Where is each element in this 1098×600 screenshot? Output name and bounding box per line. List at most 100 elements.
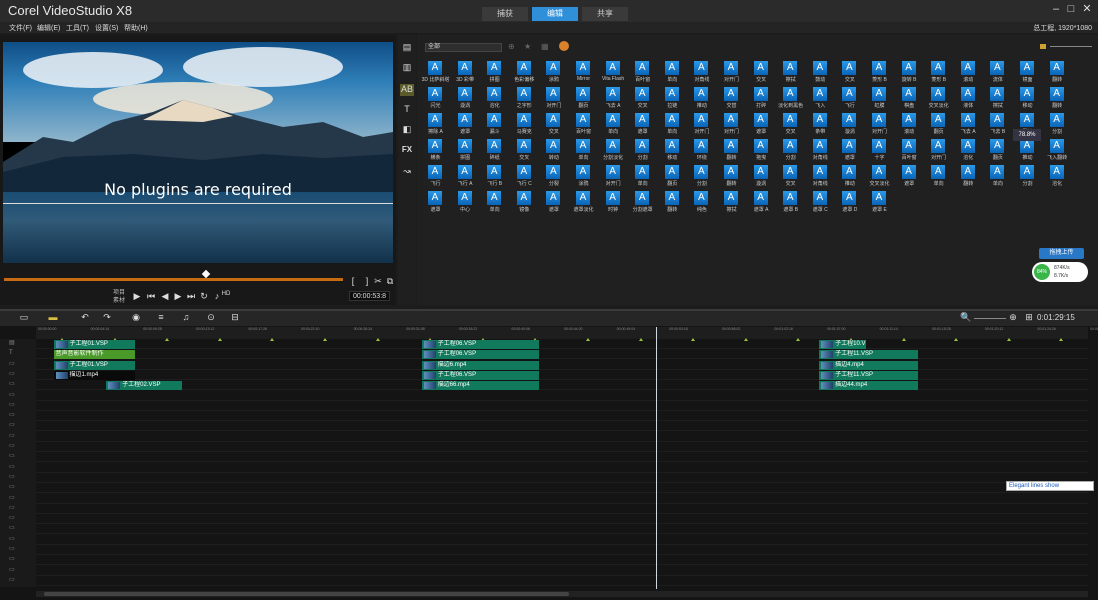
chapter-marker[interactable]: [638, 338, 643, 341]
transition-tile[interactable]: A 遮罩 B: [776, 189, 805, 217]
transition-tile[interactable]: A 飞入: [806, 85, 835, 113]
track-toggle-icon[interactable]: ▭: [9, 536, 17, 543]
track-toggle-icon[interactable]: ▭: [9, 546, 17, 553]
timeline-clip[interactable]: 描边66.mp4: [421, 381, 539, 391]
transition-tile[interactable]: A 飞行: [835, 85, 864, 113]
chapter-marker[interactable]: [691, 338, 696, 341]
track-toggle-icon[interactable]: ▭: [9, 577, 17, 584]
transition-tile[interactable]: A 纯色: [687, 189, 716, 217]
prev-frame-icon[interactable]: ◀: [159, 291, 171, 302]
timeline-track[interactable]: [36, 504, 1088, 514]
end-icon[interactable]: ⏭: [185, 291, 197, 302]
subtitle-icon[interactable]: ⊟: [227, 312, 243, 324]
chapter-marker[interactable]: [165, 338, 170, 341]
transition-tile[interactable]: A Mirror: [569, 59, 598, 87]
transition-tile[interactable]: A 移动: [1013, 85, 1042, 113]
chapter-marker[interactable]: [270, 338, 275, 341]
chapter-marker[interactable]: [743, 338, 748, 341]
transition-tile[interactable]: A 对角线: [806, 163, 835, 191]
timeline-track[interactable]: [36, 401, 1088, 411]
transition-tile[interactable]: A 拉链: [658, 85, 687, 113]
transition-tile[interactable]: A 分割: [776, 137, 805, 165]
transition-tile[interactable]: A 菱形 B: [865, 59, 894, 87]
menu-file[interactable]: 文件(F): [9, 23, 32, 33]
transition-tile[interactable]: A 飞去 A: [599, 85, 628, 113]
path-icon[interactable]: ↝: [400, 166, 414, 178]
transition-tile[interactable]: A 涂鸦: [539, 59, 568, 87]
transition-tile[interactable]: A 对开门: [717, 111, 746, 139]
transition-tile[interactable]: A 中心: [451, 189, 480, 217]
transition-tile[interactable]: A 飞去 A: [954, 111, 983, 139]
transition-tile[interactable]: A 遮罩淡化: [569, 189, 598, 217]
transition-tile[interactable]: A 交替: [717, 85, 746, 113]
track-toggle-icon[interactable]: ▭: [9, 474, 17, 481]
transition-tile[interactable]: A 马赛克: [510, 111, 539, 139]
library-category-dropdown[interactable]: 全部: [425, 43, 502, 52]
track-toggle-icon[interactable]: ▭: [9, 412, 17, 419]
track-toggle-icon[interactable]: ▭: [9, 443, 17, 450]
add-folder-icon[interactable]: ⊕: [508, 42, 515, 51]
transition-tile[interactable]: A 遮罩 D: [835, 189, 864, 217]
track-toggle-icon[interactable]: ▭: [9, 392, 17, 399]
menu-edit[interactable]: 编辑(E): [37, 23, 60, 33]
transition-tile[interactable]: A 镜像: [510, 189, 539, 217]
close-icon[interactable]: ✕: [1080, 3, 1094, 16]
timeline-clip[interactable]: 描边4.mp4: [819, 360, 919, 370]
timeline-track[interactable]: [36, 494, 1088, 504]
chapter-marker[interactable]: [901, 338, 906, 341]
transition-tile[interactable]: A 单向: [658, 111, 687, 139]
storyboard-view-icon[interactable]: ▭: [16, 312, 32, 324]
timeline-track[interactable]: [36, 514, 1088, 525]
transition-tile[interactable]: A 飞行 C: [510, 163, 539, 191]
chapter-marker[interactable]: [954, 338, 959, 341]
timeline-track[interactable]: [36, 360, 1088, 370]
transition-tile[interactable]: A 溶化: [954, 137, 983, 165]
transition-tile[interactable]: A 翻转: [1043, 85, 1072, 113]
transition-tile[interactable]: A 旋转 B: [895, 59, 924, 87]
timeline-clip[interactable]: 子工程11.VSP: [819, 370, 919, 380]
timeline-track[interactable]: [36, 421, 1088, 432]
timeline-track[interactable]: [36, 545, 1088, 555]
timeline-view-icon[interactable]: ▬: [45, 312, 61, 324]
transition-tile[interactable]: A 对角线: [687, 59, 716, 87]
home-icon[interactable]: ⏮: [145, 291, 157, 302]
transition-tile[interactable]: A 单向: [599, 111, 628, 139]
transition-tile[interactable]: A 翻页: [983, 137, 1012, 165]
transition-tile[interactable]: A 飞行: [421, 163, 450, 191]
timeline-clip[interactable]: 子工程02.VSP: [106, 381, 183, 391]
transition-tile[interactable]: A 单向: [628, 163, 657, 191]
transition-tile[interactable]: A 分割遮罩: [628, 189, 657, 217]
track-toggle-icon[interactable]: ▭: [9, 433, 17, 440]
transition-tile[interactable]: A 擦拭: [717, 189, 746, 217]
track-toggle-icon[interactable]: ▭: [9, 567, 17, 574]
timeline-track[interactable]: [36, 339, 1088, 349]
transition-icon[interactable]: AB: [400, 84, 414, 96]
transition-tile[interactable]: A 溶化: [480, 85, 509, 113]
undo-icon[interactable]: ↶: [77, 312, 93, 324]
transition-tile[interactable]: A 转动: [539, 137, 568, 165]
transition-tile[interactable]: A 色彩偏移: [510, 59, 539, 87]
transition-tile[interactable]: A 淡化到黑色: [776, 85, 805, 113]
menu-tools[interactable]: 工具(T): [66, 23, 89, 33]
redo-icon[interactable]: ↷: [99, 312, 115, 324]
menu-help[interactable]: 帮助(H): [124, 23, 148, 33]
transition-tile[interactable]: A 分割: [1013, 163, 1042, 191]
timeline-timecode[interactable]: 0:01:29:15: [1037, 313, 1075, 322]
track-toggle-icon[interactable]: ▭: [9, 381, 17, 388]
transition-tile[interactable]: A 对角线: [806, 137, 835, 165]
transition-tile[interactable]: A 对开门: [924, 137, 953, 165]
fx-icon[interactable]: FX: [400, 145, 414, 157]
timeline-clip[interactable]: 子工程01.VSP: [53, 340, 136, 349]
track-toggle-icon[interactable]: ▭: [9, 525, 17, 532]
transition-tile[interactable]: A 单向: [569, 137, 598, 165]
transition-tile[interactable]: A 百叶窗: [569, 111, 598, 139]
transition-tile[interactable]: A 菱形 B: [924, 59, 953, 87]
transition-tile[interactable]: A 鼓动: [806, 59, 835, 87]
transition-tile[interactable]: A 对开门: [539, 85, 568, 113]
chapter-marker[interactable]: [217, 338, 222, 341]
track-toggle-icon[interactable]: ▭: [9, 505, 17, 512]
timeline-scroll-thumb[interactable]: [44, 592, 569, 596]
menu-settings[interactable]: 设置(S): [95, 23, 118, 33]
track-toggle-icon[interactable]: ▭: [9, 515, 17, 522]
track-toggle-icon[interactable]: ▭: [9, 422, 17, 429]
